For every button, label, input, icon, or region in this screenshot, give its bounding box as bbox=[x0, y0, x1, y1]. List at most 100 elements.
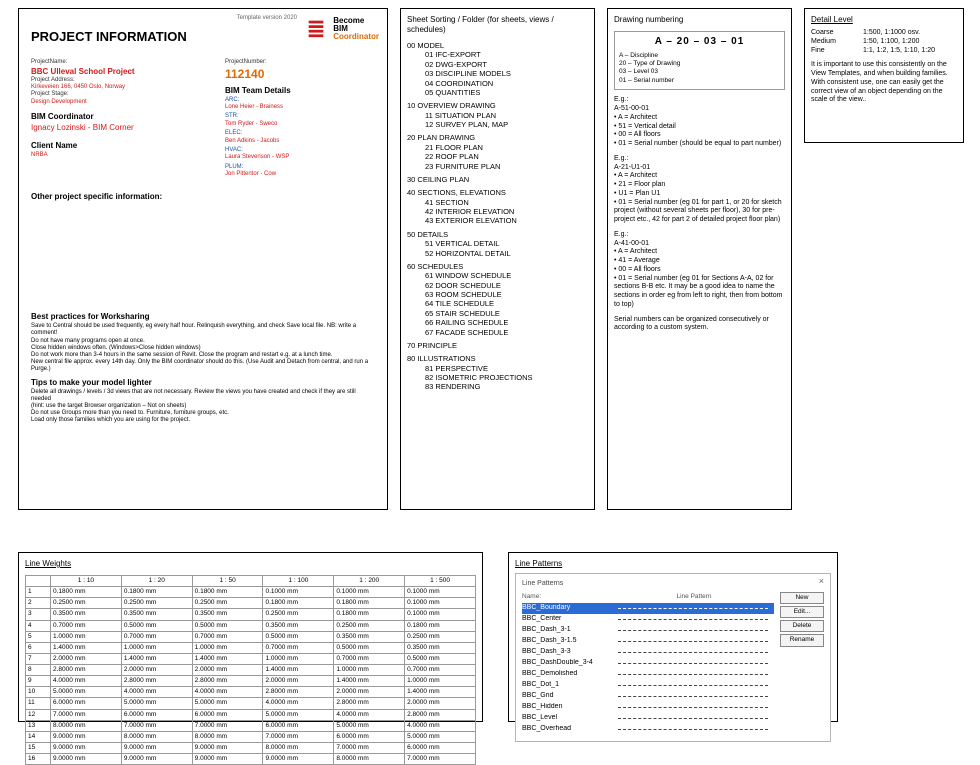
lw-cell: 4.0000 mm bbox=[51, 676, 122, 687]
line-pattern-row[interactable]: BBC_Boundary bbox=[522, 603, 774, 614]
table-row: 149.0000 mm8.0000 mm8.0000 mm7.0000 mm6.… bbox=[26, 731, 476, 742]
lw-col bbox=[26, 576, 51, 587]
team-member: Lone Heier - Brainess bbox=[225, 104, 375, 111]
lw-cell: 2.0000 mm bbox=[51, 653, 122, 664]
lw-cell: 3 bbox=[26, 609, 51, 620]
lw-cell: 12 bbox=[26, 709, 51, 720]
line-pattern-row[interactable]: BBC_Dash_3-1 bbox=[522, 625, 774, 636]
sheet-item: 65 STAIR SCHEDULE bbox=[425, 309, 588, 318]
lw-cell: 1.0000 mm bbox=[405, 676, 476, 687]
lw-cell: 6.0000 mm bbox=[405, 742, 476, 753]
project-stage-label: Project Stage: bbox=[31, 91, 225, 99]
sheet-item: 03 DISCIPLINE MODELS bbox=[425, 69, 588, 78]
line-pattern-name: BBC_Grid bbox=[522, 692, 612, 701]
lw-cell: 5.0000 mm bbox=[121, 698, 192, 709]
lw-cell: 2.8000 mm bbox=[405, 709, 476, 720]
lw-cell: 1.4000 mm bbox=[51, 642, 122, 653]
line-pattern-name: BBC_Center bbox=[522, 615, 612, 624]
sheet-item: 52 HORIZONTAL DETAIL bbox=[425, 249, 588, 258]
lw-col: 1 : 50 bbox=[192, 576, 263, 587]
line-pattern-row[interactable]: BBC_Dot_1 bbox=[522, 680, 774, 691]
line-pattern-name: BBC_Hidden bbox=[522, 703, 612, 712]
lw-cell: 0.7000 mm bbox=[334, 653, 405, 664]
lw-cell: 5 bbox=[26, 631, 51, 642]
lw-cell: 6.0000 mm bbox=[263, 720, 334, 731]
line-pattern-row[interactable]: BBC_DashDouble_3-4 bbox=[522, 658, 774, 669]
lw-cell: 0.1800 mm bbox=[334, 609, 405, 620]
lw-col: 1 : 20 bbox=[121, 576, 192, 587]
numbering-text: E.g.: bbox=[614, 231, 785, 240]
lw-cell: 0.5000 mm bbox=[405, 653, 476, 664]
drawing-numbering-heading: Drawing numbering bbox=[614, 15, 785, 25]
sheet-group: 40 SECTIONS, ELEVATIONS bbox=[407, 188, 588, 197]
other-info-heading: Other project specific information: bbox=[31, 192, 375, 202]
line-pattern-row[interactable]: BBC_Level bbox=[522, 713, 774, 724]
line-weights-panel: Line Weights 1 : 101 : 201 : 501 : 1001 … bbox=[18, 552, 483, 722]
line-pattern-row[interactable]: BBC_Grid bbox=[522, 691, 774, 702]
lw-cell: 9.0000 mm bbox=[263, 754, 334, 765]
line-weights-heading: Line Weights bbox=[25, 559, 476, 569]
lw-cell: 2.8000 mm bbox=[192, 676, 263, 687]
lw-cell: 0.1000 mm bbox=[405, 587, 476, 598]
line-pattern-sample bbox=[618, 718, 768, 719]
line-pattern-name: BBC_Dash_3-3 bbox=[522, 648, 612, 657]
lw-cell: 0.1000 mm bbox=[263, 587, 334, 598]
legend-line: A – Discipline bbox=[619, 52, 780, 60]
lw-cell: 0.2500 mm bbox=[334, 620, 405, 631]
sheet-group: 70 PRINCIPLE bbox=[407, 341, 588, 350]
line-pattern-row[interactable]: BBC_Overhead bbox=[522, 724, 774, 735]
lw-cell: 5.0000 mm bbox=[263, 709, 334, 720]
lw-cell: 0.5000 mm bbox=[334, 642, 405, 653]
team-member: Tom Ryder - Sweco bbox=[225, 121, 375, 128]
lw-cell: 0.2500 mm bbox=[263, 609, 334, 620]
sheet-item: 12 SURVEY PLAN, MAP bbox=[425, 120, 588, 129]
lw-cell: 2.0000 mm bbox=[405, 698, 476, 709]
line-patterns-buttons: New Edit... Delete Rename bbox=[780, 592, 824, 647]
close-icon[interactable]: × bbox=[819, 576, 824, 587]
numbering-legend: A – Discipline20 – Type of Drawing03 – L… bbox=[619, 52, 780, 86]
lw-cell: 0.3500 mm bbox=[192, 609, 263, 620]
lw-cell: 0.1800 mm bbox=[192, 587, 263, 598]
line-pattern-button[interactable]: Delete bbox=[780, 620, 824, 632]
ws-line: New central file approx. every 14th day.… bbox=[31, 359, 375, 373]
tips-line: Load only those families which you are u… bbox=[31, 417, 375, 424]
sheet-item: 11 SITUATION PLAN bbox=[425, 111, 588, 120]
sheet-item: 51 VERTICAL DETAIL bbox=[425, 239, 588, 248]
lw-cell: 8.0000 mm bbox=[51, 720, 122, 731]
lw-cell: 7.0000 mm bbox=[51, 709, 122, 720]
lw-cell: 0.2500 mm bbox=[192, 598, 263, 609]
lw-cell: 1.4000 mm bbox=[263, 665, 334, 676]
lw-cell: 1.0000 mm bbox=[51, 631, 122, 642]
project-stage: Design Development bbox=[31, 99, 225, 106]
table-row: 127.0000 mm6.0000 mm6.0000 mm5.0000 mm4.… bbox=[26, 709, 476, 720]
sheet-item: 23 FURNITURE PLAN bbox=[425, 162, 588, 171]
line-pattern-name: BBC_Dash_3-1 bbox=[522, 626, 612, 635]
lw-cell: 15 bbox=[26, 742, 51, 753]
lw-cell: 7.0000 mm bbox=[263, 731, 334, 742]
lw-cell: 4.0000 mm bbox=[121, 687, 192, 698]
line-pattern-button[interactable]: Edit... bbox=[780, 606, 824, 618]
project-number: 112140 bbox=[225, 67, 375, 82]
tips-list: Delete all drawings / levels / 3d views … bbox=[31, 389, 375, 425]
line-pattern-button[interactable]: New bbox=[780, 592, 824, 604]
line-pattern-row[interactable]: BBC_Center bbox=[522, 614, 774, 625]
lw-cell: 6.0000 mm bbox=[121, 709, 192, 720]
table-row: 169.0000 mm9.0000 mm9.0000 mm9.0000 mm8.… bbox=[26, 754, 476, 765]
line-pattern-row[interactable]: BBC_Dash_3-3 bbox=[522, 647, 774, 658]
numbering-text: • A = Architect bbox=[614, 248, 785, 257]
line-pattern-row[interactable]: BBC_Dash_3-1.5 bbox=[522, 636, 774, 647]
sheet-sorting-panel: Sheet Sorting / Folder (for sheets, view… bbox=[400, 8, 595, 510]
worksharing-heading: Best practices for Worksharing bbox=[31, 312, 375, 322]
line-pattern-name: BBC_Dash_3-1.5 bbox=[522, 637, 612, 646]
table-row: 82.8000 mm2.0000 mm2.0000 mm1.4000 mm1.0… bbox=[26, 665, 476, 676]
logo-line3: Coordinator bbox=[333, 33, 379, 41]
line-pattern-row[interactable]: BBC_Demolished bbox=[522, 669, 774, 680]
lw-cell: 1.4000 mm bbox=[334, 676, 405, 687]
project-address: Kirkeveien 166, 0450 Oslo, Norway bbox=[31, 84, 225, 91]
line-pattern-sample bbox=[618, 630, 768, 631]
line-pattern-row[interactable]: BBC_Hidden bbox=[522, 702, 774, 713]
lw-cell: 0.1800 mm bbox=[51, 587, 122, 598]
line-pattern-button[interactable]: Rename bbox=[780, 634, 824, 646]
lw-cell: 4.0000 mm bbox=[263, 698, 334, 709]
lw-col: 1 : 10 bbox=[51, 576, 122, 587]
